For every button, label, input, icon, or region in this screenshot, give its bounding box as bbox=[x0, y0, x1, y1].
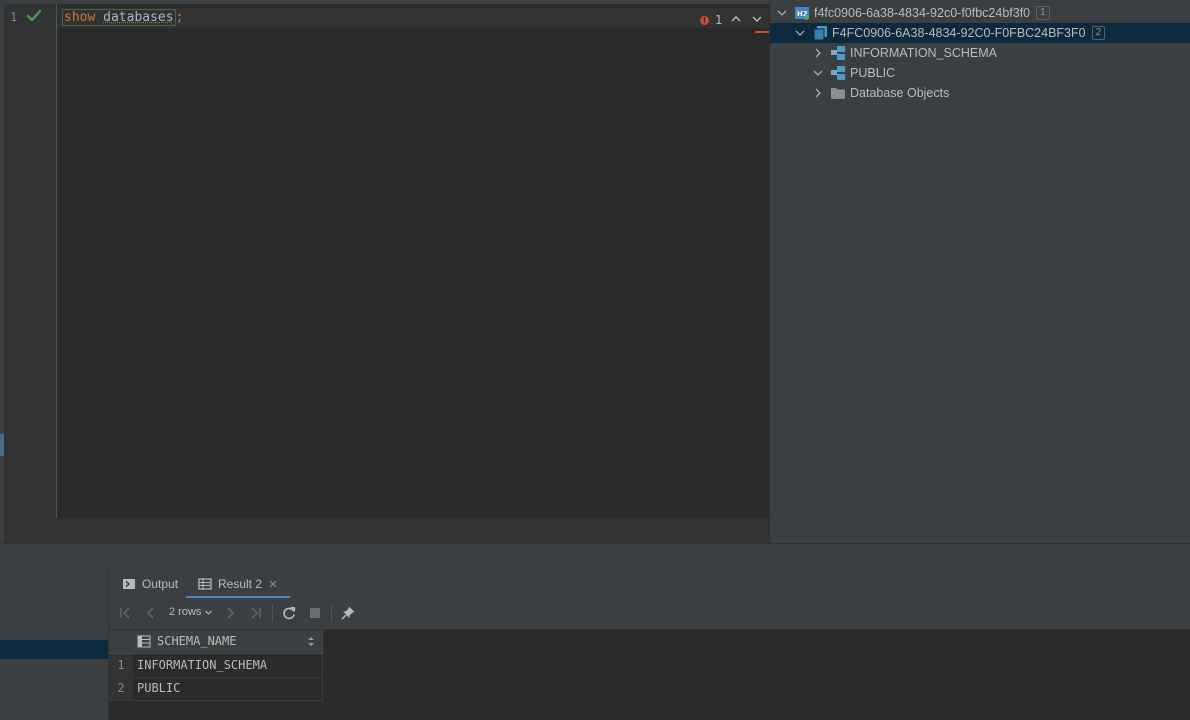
chevron-down-icon[interactable] bbox=[794, 27, 806, 39]
results-toolbar: 2 rows bbox=[109, 598, 1190, 630]
sql-keyword: show bbox=[64, 10, 96, 25]
rows-count-select[interactable]: 2 rows bbox=[169, 606, 213, 618]
last-page-icon[interactable] bbox=[248, 605, 264, 621]
database-icon bbox=[813, 26, 827, 41]
database-label: F4FC0906-6A38-4834-92C0-F0FBC24BF3F0 bbox=[832, 26, 1086, 40]
connection-count-badge: 1 bbox=[1036, 6, 1050, 20]
tree-item-public[interactable]: PUBLIC bbox=[770, 63, 1190, 83]
chevron-down-icon[interactable] bbox=[776, 7, 788, 19]
tree-item-database-objects[interactable]: Database Objects bbox=[770, 83, 1190, 103]
next-error-chevron-down-icon[interactable] bbox=[750, 12, 764, 26]
pin-icon[interactable] bbox=[340, 605, 356, 621]
tree-item-database[interactable]: F4FC0906-6A38-4834-92C0-F0FBC24BF3F0 2 bbox=[770, 23, 1190, 43]
error-count: 1 bbox=[715, 13, 723, 27]
table-cell[interactable]: PUBLIC bbox=[137, 677, 180, 700]
editor-footer bbox=[4, 518, 770, 543]
h2-database-icon: H2 bbox=[795, 7, 809, 20]
sql-editor[interactable] bbox=[0, 0, 770, 543]
statement-highlight-box: show databases bbox=[62, 9, 176, 26]
services-selected-row[interactable] bbox=[0, 640, 108, 659]
stop-icon[interactable] bbox=[307, 605, 323, 621]
sort-icon[interactable] bbox=[307, 636, 315, 647]
statement-success-check-icon bbox=[26, 9, 42, 22]
next-page-icon[interactable] bbox=[222, 605, 238, 621]
table-cell[interactable]: INFORMATION_SCHEMA bbox=[137, 654, 267, 677]
previous-page-icon[interactable] bbox=[143, 605, 159, 621]
column-header-schema-name[interactable]: SCHEMA_NAME bbox=[109, 630, 323, 654]
folder-label: Database Objects bbox=[850, 86, 950, 100]
results-tabs-bar: Output Result 2 bbox=[109, 571, 1190, 599]
column-header-label: SCHEMA_NAME bbox=[157, 634, 237, 648]
tab-label: Output bbox=[142, 577, 179, 591]
table-row[interactable]: 1 INFORMATION_SCHEMA bbox=[109, 654, 323, 678]
rows-count-label: 2 rows bbox=[169, 606, 202, 618]
schema-icon bbox=[831, 66, 845, 80]
tree-item-information-schema[interactable]: INFORMATION_SCHEMA bbox=[770, 43, 1190, 63]
connection-label: f4fc0906-6a38-4834-92c0-f0fbc24bf3f0 bbox=[814, 6, 1031, 20]
toolbar-separator bbox=[272, 604, 273, 622]
tree-item-connection[interactable]: H2 f4fc0906-6a38-4834-92c0-f0fbc24bf3f0 … bbox=[770, 3, 1190, 23]
table-row[interactable]: 2 PUBLIC bbox=[109, 677, 323, 701]
sql-terminator: ; bbox=[175, 10, 184, 25]
toolbar-separator bbox=[331, 604, 332, 622]
code-line[interactable]: show databases; bbox=[62, 8, 183, 28]
chevron-right-icon[interactable] bbox=[812, 47, 824, 59]
error-icon: ! bbox=[700, 15, 709, 25]
line-number: 1 bbox=[10, 10, 18, 24]
folder-icon bbox=[831, 88, 845, 99]
console-icon bbox=[123, 579, 135, 589]
tab-output[interactable]: Output bbox=[122, 571, 178, 597]
schema-label: PUBLIC bbox=[850, 66, 896, 80]
schema-label: INFORMATION_SCHEMA bbox=[850, 46, 997, 60]
reload-icon[interactable] bbox=[281, 605, 297, 621]
tab-label: Result 2 bbox=[218, 576, 263, 591]
tab-result-2[interactable]: Result 2 bbox=[186, 571, 291, 598]
editor-gutter bbox=[4, 4, 57, 518]
editor-top-strip bbox=[0, 0, 770, 4]
sql-identifier: databases bbox=[103, 10, 174, 25]
panel-divider[interactable] bbox=[0, 543, 1190, 572]
row-number: 1 bbox=[109, 654, 133, 677]
table-icon bbox=[198, 577, 212, 590]
chevron-right-icon[interactable] bbox=[812, 87, 824, 99]
column-icon bbox=[137, 635, 151, 648]
scrollbar-error-marker[interactable] bbox=[755, 31, 769, 33]
database-count-badge: 2 bbox=[1091, 26, 1106, 40]
row-number: 2 bbox=[109, 677, 133, 700]
first-page-icon[interactable] bbox=[117, 605, 133, 621]
previous-error-chevron-up-icon[interactable] bbox=[729, 12, 743, 26]
schema-icon bbox=[831, 46, 845, 60]
close-icon[interactable] bbox=[268, 579, 278, 589]
chevron-down-icon[interactable] bbox=[812, 67, 824, 79]
error-count-indicator[interactable]: ! 1 bbox=[700, 12, 723, 28]
chevron-down-icon bbox=[205, 610, 213, 615]
database-explorer-panel: H2 f4fc0906-6a38-4834-92c0-f0fbc24bf3f0 … bbox=[770, 0, 1190, 543]
